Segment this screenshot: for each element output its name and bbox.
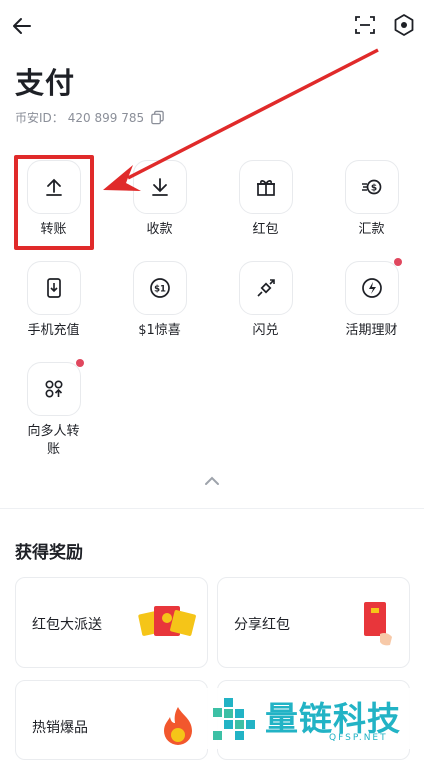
action-label: $1惊喜 (138, 323, 181, 338)
download-arrow-icon (151, 178, 168, 196)
watermark-logo-icon (213, 698, 255, 740)
action-dollar-surprise[interactable]: $1 $1惊喜 (106, 261, 213, 340)
watermark-subtext: QFSP.NET (329, 733, 388, 743)
card-label: 分享红包 (234, 617, 290, 633)
action-label: 红包 (252, 222, 279, 237)
uid-row: 币安ID： 420 899 785 (15, 109, 165, 126)
action-batch-transfer[interactable]: 向多人转账 (0, 359, 107, 459)
action-icon-box (132, 160, 187, 214)
notification-dot (393, 258, 402, 266)
notification-dot (75, 359, 84, 367)
action-label: 收款 (146, 222, 173, 237)
fire-icon (164, 707, 192, 745)
red-envelopes-icon (138, 606, 196, 636)
action-icon-box (344, 258, 402, 315)
reward-card-red-packet-giveaway[interactable]: 红包大派送 (15, 577, 208, 668)
watermark: 量链科技 QFSP.NET (205, 688, 424, 749)
dollar-surprise-icon: $1 (149, 278, 170, 298)
action-flexible-earn[interactable]: 活期理财 (318, 258, 424, 340)
action-phone-topup[interactable]: 手机充值 (0, 261, 107, 340)
action-icon-box (238, 261, 293, 315)
action-label: 活期理财 (345, 323, 398, 338)
action-red-packet[interactable]: 红包 (212, 160, 319, 239)
action-label: 手机充值 (27, 323, 80, 338)
phone-topup-icon (46, 278, 61, 298)
gift-icon (256, 180, 275, 196)
action-remit[interactable]: $ 汇款 (318, 160, 424, 239)
divider (0, 508, 424, 509)
red-envelope-hand-icon (364, 602, 392, 646)
uid-value: 420 899 785 (67, 111, 145, 125)
swap-icon (256, 279, 275, 297)
card-label: 红包大派送 (32, 617, 102, 633)
page-title: 支付 (15, 66, 76, 100)
reward-card-share-red-packet[interactable]: 分享红包 (217, 577, 410, 668)
action-icon-box (26, 261, 81, 315)
collapse-chevron-icon[interactable] (201, 473, 223, 489)
batch-transfer-icon (45, 380, 63, 398)
action-icon-box: $1 (132, 261, 187, 315)
scan-icon[interactable] (354, 14, 376, 36)
action-receive[interactable]: 收款 (106, 160, 213, 239)
uid-label: 币安ID： (15, 111, 64, 125)
card-label: 热销爆品 (32, 720, 88, 736)
remittance-icon: $ (361, 179, 381, 195)
svg-text:$: $ (370, 184, 376, 194)
svg-text:$1: $1 (154, 285, 166, 295)
action-icon-box (26, 359, 84, 416)
settings-icon[interactable] (392, 13, 416, 37)
action-label: 汇款 (358, 222, 385, 237)
action-icon-box (238, 160, 293, 214)
action-swap[interactable]: 闪兑 (212, 261, 319, 340)
action-icon-box: $ (344, 160, 399, 214)
highlight-box (14, 155, 94, 250)
earn-icon (361, 278, 382, 298)
copy-icon[interactable] (150, 110, 165, 125)
back-arrow-icon[interactable] (10, 14, 34, 38)
reward-card-hot-deals[interactable]: 热销爆品 (15, 680, 208, 760)
action-label: 向多人转账 (27, 424, 80, 457)
rewards-title: 获得奖励 (15, 543, 83, 563)
top-bar (0, 0, 424, 52)
action-label: 闪兑 (252, 323, 279, 338)
